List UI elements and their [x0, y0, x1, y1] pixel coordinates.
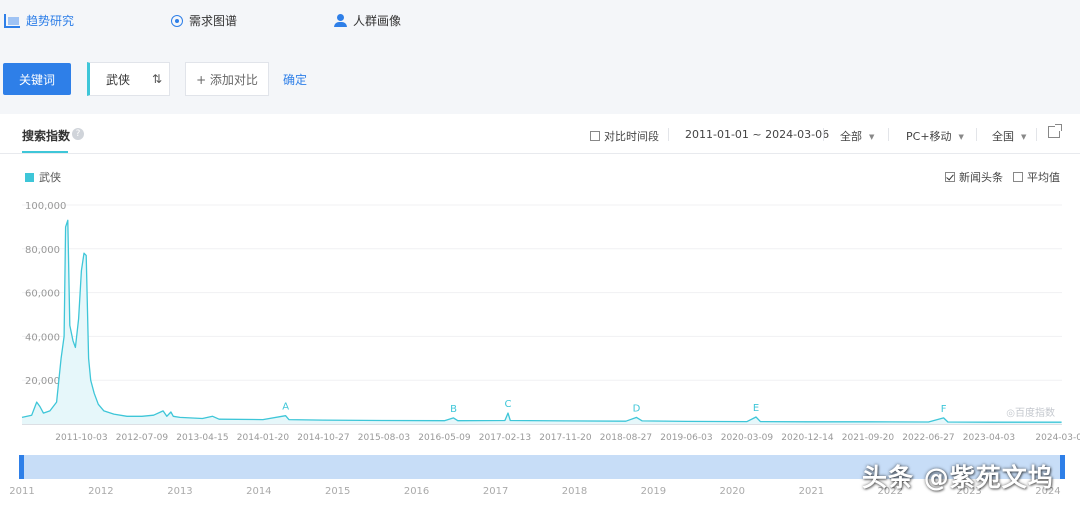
y-tick-label: 100,000 [25, 201, 66, 212]
navigator-year-label: 2012 [88, 486, 113, 497]
source-watermark: 头条 @紫苑文坞 [862, 463, 1054, 492]
annotation-marker: D [633, 403, 641, 414]
x-tick-label: 2015-08-03 [358, 433, 410, 443]
x-tick-label: 2016-05-09 [418, 433, 471, 443]
x-tick-label: 2023-04-03 [963, 433, 1015, 443]
x-tick-label: 2018-08-27 [600, 433, 652, 443]
navigator-year-label: 2014 [246, 486, 271, 497]
x-tick-label: 2014-01-20 [237, 433, 290, 443]
baidu-index-watermark: ◎百度指数 [1006, 406, 1055, 419]
navigator-year-label: 2015 [325, 486, 350, 497]
y-tick-label: 60,000 [25, 289, 60, 300]
y-tick-label: 80,000 [25, 245, 60, 256]
navigator-year-label: 2011 [9, 486, 34, 497]
range-handle-left[interactable] [19, 455, 24, 479]
annotation-marker: A [282, 402, 289, 413]
annotation-marker: E [753, 403, 759, 414]
series-area [22, 220, 1062, 424]
x-tick-label: 2012-07-09 [116, 433, 169, 443]
x-tick-label: 2019-06-03 [660, 433, 712, 443]
navigator-year-label: 2013 [167, 486, 192, 497]
x-tick-label: 2011-10-03 [55, 433, 107, 443]
annotation-marker: F [941, 404, 947, 415]
x-tick-label: 2020-03-09 [721, 433, 774, 443]
search-index-chart[interactable]: 100,000 80,000 60,000 40,000 20,000 A B C D E F ◎百度… [0, 0, 1080, 505]
x-tick-label: 2022-06-27 [902, 433, 954, 443]
navigator-year-label: 2020 [720, 486, 745, 497]
x-tick-label: 2017-11-20 [539, 433, 592, 443]
navigator-year-label: 2019 [641, 486, 666, 497]
navigator-year-label: 2021 [799, 486, 824, 497]
series-line [21, 219, 1062, 423]
range-handle-right[interactable] [1060, 455, 1065, 479]
x-tick-label: 2021-09-20 [842, 433, 895, 443]
annotation-marker: C [504, 399, 511, 410]
y-tick-label: 20,000 [25, 376, 60, 387]
x-tick-label: 2017-02-13 [479, 433, 531, 443]
x-tick-label: 2014-10-27 [297, 433, 349, 443]
x-tick-label: 2013-04-15 [176, 433, 228, 443]
y-tick-label: 40,000 [25, 332, 60, 343]
navigator-year-label: 2017 [483, 486, 508, 497]
annotation-marker: B [450, 404, 457, 415]
navigator-year-label: 2018 [562, 486, 587, 497]
x-tick-label: 2024-03-04 [1035, 433, 1080, 443]
navigator-year-label: 2016 [404, 486, 429, 497]
x-tick-label: 2020-12-14 [781, 433, 834, 443]
